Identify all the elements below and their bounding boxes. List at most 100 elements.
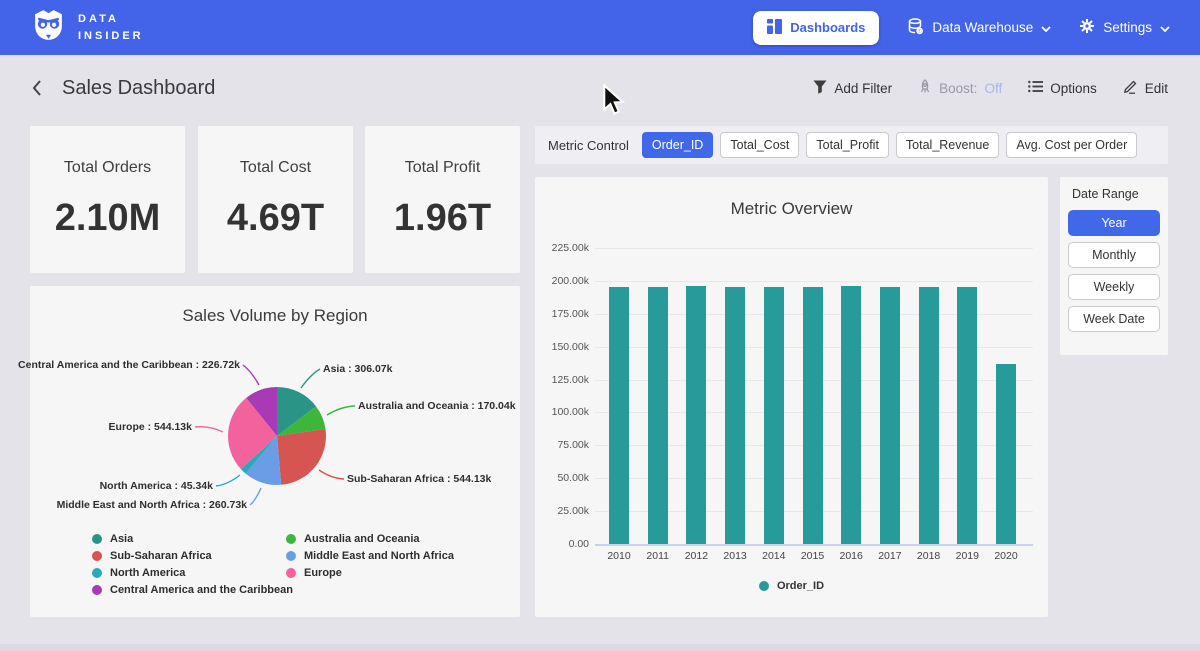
bar-2010[interactable] <box>609 287 629 544</box>
bar-2015[interactable] <box>803 287 823 544</box>
page-header: Sales Dashboard Add Filter Boost: Off <box>0 55 1200 121</box>
bar-2011[interactable] <box>648 287 668 544</box>
pie-leader-line <box>319 470 344 479</box>
metric-control-label: Metric Control <box>548 138 629 153</box>
pie-legend-item[interactable]: Central America and the Caribbean <box>92 584 293 596</box>
date-range-button-weekly[interactable]: Weekly <box>1068 274 1160 300</box>
pie-label-asia: Asia : 306.07k <box>323 363 392 375</box>
gear-icon <box>1079 18 1095 37</box>
date-range-button-monthly[interactable]: Monthly <box>1068 242 1160 268</box>
x-axis-tick-label: 2017 <box>870 550 910 562</box>
edit-button[interactable]: Edit <box>1123 79 1168 97</box>
rocket-icon <box>918 79 932 97</box>
data-warehouse-menu[interactable]: Data Warehouse <box>907 18 1051 38</box>
mouse-cursor <box>601 84 625 121</box>
date-range-button-week-date[interactable]: Week Date <box>1068 306 1160 332</box>
legend-dot <box>92 551 102 561</box>
y-axis-tick-label: 200.00k <box>537 275 589 287</box>
y-axis-tick-label: 150.00k <box>537 341 589 353</box>
bar-2019[interactable] <box>957 287 977 544</box>
pie-legend-item[interactable]: Europe <box>286 567 454 579</box>
chevron-down-icon <box>1041 20 1051 35</box>
legend-label: Order_ID <box>777 580 824 592</box>
pie-label-middle-east-and-north-africa: Middle East and North Africa : 260.73k <box>57 499 247 511</box>
bar-chart-title: Metric Overview <box>535 199 1048 219</box>
boost-state: Off <box>984 81 1002 96</box>
pie-legend-item[interactable]: Australia and Oceania <box>286 533 454 545</box>
legend-label: Australia and Oceania <box>304 533 420 545</box>
bar-2017[interactable] <box>880 287 900 544</box>
legend-dot <box>286 551 296 561</box>
kpi-value: 2.10M <box>55 197 161 240</box>
kpi-card: Total Orders 2.10M <box>30 126 185 273</box>
legend-label: Central America and the Caribbean <box>110 584 293 596</box>
metric-button-order-id[interactable]: Order_ID <box>642 132 713 158</box>
bar-2013[interactable] <box>725 287 745 544</box>
pie-legend-column: Asia Sub-Saharan Africa North America Centr… <box>92 533 293 596</box>
metric-button-total-cost[interactable]: Total_Cost <box>720 132 799 158</box>
bar-2012[interactable] <box>686 286 706 544</box>
owl-logo-icon <box>30 7 67 49</box>
x-axis-tick-label: 2011 <box>638 550 678 562</box>
dashboards-grid-icon <box>767 19 782 37</box>
list-options-icon <box>1028 80 1043 96</box>
gridline <box>595 544 1033 546</box>
pie-legend-item[interactable]: North America <box>92 567 293 579</box>
date-range-button-year[interactable]: Year <box>1068 210 1160 236</box>
legend-dot <box>92 568 102 578</box>
footer-strip <box>0 644 1200 651</box>
options-button[interactable]: Options <box>1028 80 1097 96</box>
bar-chart-legend: Order_ID <box>535 580 1048 592</box>
pie-legend-item[interactable]: Middle East and North Africa <box>286 550 454 562</box>
dashboards-button[interactable]: Dashboards <box>753 11 879 45</box>
brand-logo[interactable]: DATA INSIDER <box>30 7 144 49</box>
bar-2020[interactable] <box>996 364 1016 544</box>
pie-slice-sub-saharan-africa[interactable] <box>277 429 326 485</box>
x-axis-tick-label: 2016 <box>831 550 871 562</box>
add-filter-button[interactable]: Add Filter <box>813 80 892 97</box>
sales-volume-pie-card: Sales Volume by Region Asia : 306.07kAus… <box>30 286 520 617</box>
filter-funnel-icon <box>813 80 827 97</box>
pie-label-australia-and-oceania: Australia and Oceania : 170.04k <box>358 400 516 412</box>
pie-leader-line <box>250 488 261 505</box>
x-axis-tick-label: 2018 <box>909 550 949 562</box>
metric-button-avg-cost-per-order[interactable]: Avg. Cost per Order <box>1006 132 1137 158</box>
pencil-icon <box>1123 79 1138 97</box>
date-range-panel: Date Range YearMonthlyWeeklyWeek Date <box>1060 177 1168 355</box>
bar-2018[interactable] <box>919 287 939 544</box>
x-axis-tick-label: 2012 <box>676 550 716 562</box>
legend-label: Sub-Saharan Africa <box>110 550 212 562</box>
gridline <box>595 281 1033 282</box>
kpi-card: Total Profit1.96T <box>365 126 520 273</box>
kpi-label: Total Cost <box>240 159 311 177</box>
pie-leader-line <box>243 365 259 385</box>
pie-leader-line <box>195 427 223 432</box>
x-axis-tick-label: 2013 <box>715 550 755 562</box>
kpi-value: 1.96T <box>394 197 491 240</box>
pie-leader-line <box>327 406 355 415</box>
y-axis-tick-label: 175.00k <box>537 308 589 320</box>
bar-2016[interactable] <box>841 286 861 544</box>
legend-label: Europe <box>304 567 342 579</box>
pie-legend-item[interactable]: Asia <box>92 533 293 545</box>
y-axis-tick-label: 75.00k <box>537 439 589 451</box>
metric-button-total-profit[interactable]: Total_Profit <box>806 132 889 158</box>
metric-button-total-revenue[interactable]: Total_Revenue <box>896 132 999 158</box>
bar-2014[interactable] <box>764 287 784 544</box>
settings-menu[interactable]: Settings <box>1079 18 1170 37</box>
app-root: DATA INSIDER Dashboards <box>0 0 1200 651</box>
legend-dot <box>286 534 296 544</box>
pie-legend-item[interactable]: Sub-Saharan Africa <box>92 550 293 562</box>
legend-dot <box>92 534 102 544</box>
back-button[interactable] <box>32 79 42 97</box>
x-axis-tick-label: 2020 <box>986 550 1026 562</box>
x-axis-tick-label: 2010 <box>599 550 639 562</box>
page-title: Sales Dashboard <box>62 77 215 100</box>
metric-overview-chart-card: Metric Overview 225.00k200.00k175.00k150… <box>535 177 1048 617</box>
kpi-label: Total Orders <box>64 159 151 177</box>
legend-dot <box>92 585 102 595</box>
y-axis-tick-label: 100.00k <box>537 406 589 418</box>
database-icon <box>907 18 924 38</box>
boost-toggle[interactable]: Boost: Off <box>918 79 1002 97</box>
legend-label: Middle East and North Africa <box>304 550 454 562</box>
